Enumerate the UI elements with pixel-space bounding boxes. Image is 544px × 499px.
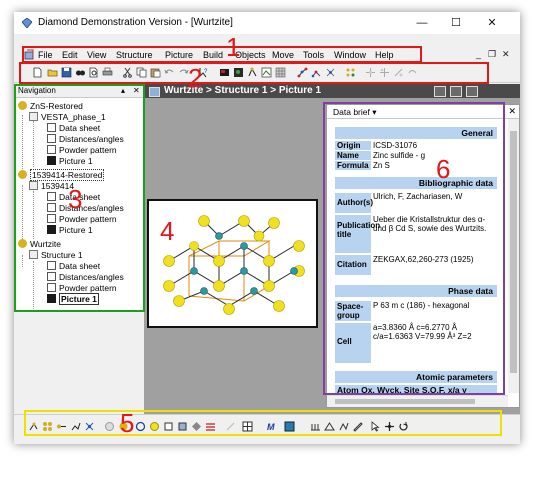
picture-icon xyxy=(149,87,160,97)
annotation-box-drawing-toolbar xyxy=(24,410,502,436)
close-button[interactable]: ✕ xyxy=(478,14,506,32)
annotation-label-1: 1 xyxy=(226,32,241,62)
view-button[interactable] xyxy=(450,86,462,97)
horizontal-scrollbar[interactable] xyxy=(327,395,508,407)
data-brief-close-button[interactable]: ✕ xyxy=(508,106,516,117)
annotation-box-toolbar xyxy=(19,62,489,84)
diamond-app-icon xyxy=(22,18,32,28)
minimize-button[interactable]: — xyxy=(408,14,436,32)
annotation-label-3: 3 xyxy=(68,184,83,214)
maximize-button[interactable]: ☐ xyxy=(442,14,470,32)
scroll-thumb[interactable] xyxy=(510,131,517,373)
annotation-label-5: 5 xyxy=(120,408,135,438)
scroll-thumb[interactable] xyxy=(335,399,475,404)
window-title: Diamond Demonstration Version - [Wurtzit… xyxy=(38,17,233,28)
annotation-box-data-brief xyxy=(323,102,505,395)
view-button[interactable] xyxy=(434,86,446,97)
vertical-scrollbar[interactable] xyxy=(508,119,519,393)
mdi-close-button[interactable]: ✕ xyxy=(502,49,510,60)
annotation-label-4: 4 xyxy=(160,216,175,246)
annotation-label-2: 2 xyxy=(188,63,203,93)
view-button[interactable] xyxy=(466,86,478,97)
annotation-label-6: 6 xyxy=(436,154,451,184)
title-bar: Diamond Demonstration Version - [Wurtzit… xyxy=(14,12,520,34)
annotation-box-menubar xyxy=(22,46,422,63)
mdi-minimize-button[interactable]: _ xyxy=(476,49,481,59)
mdi-restore-button[interactable]: ❐ xyxy=(488,49,496,60)
